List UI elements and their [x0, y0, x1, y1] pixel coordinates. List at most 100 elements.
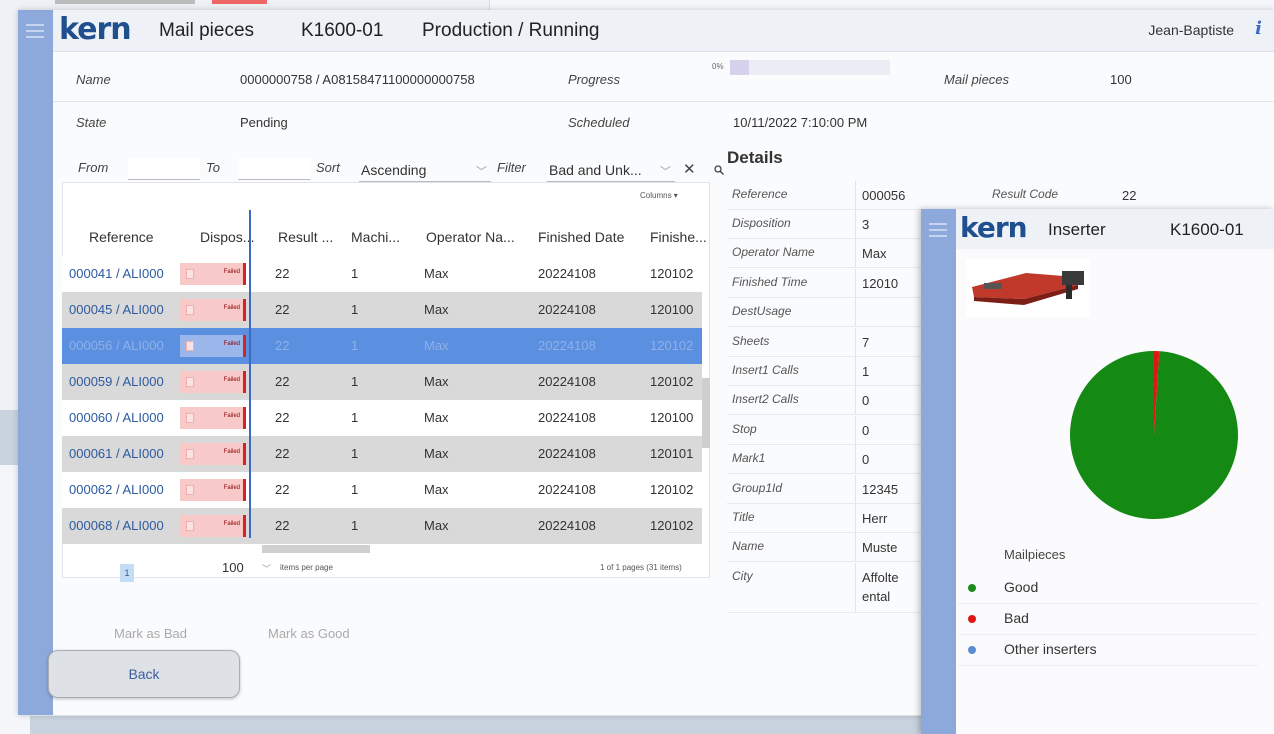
column-header-finished-time[interactable]: Finishe... [650, 229, 707, 245]
checkbox-icon[interactable] [186, 485, 194, 495]
vertical-scrollbar[interactable] [702, 378, 710, 448]
details-key: Mark1 [732, 451, 766, 466]
to-label: To [206, 160, 220, 175]
cell-reference[interactable]: 000060 / ALI000 [69, 410, 164, 425]
badge-text: Failed [223, 449, 240, 455]
chevron-down-icon[interactable]: ﹀ [262, 562, 271, 575]
inserter-machine: K1600-01 [1170, 220, 1244, 239]
details-key: Title [732, 510, 755, 524]
background-bar [55, 0, 195, 4]
cell-operator: Max [424, 518, 449, 533]
details-value: 1 [862, 364, 870, 379]
state-label: State [76, 115, 107, 130]
checkbox-icon[interactable] [186, 305, 194, 315]
cell-finished-date: 20224108 [538, 482, 596, 497]
status-badge: Failed [180, 515, 246, 537]
checkbox-icon[interactable] [186, 269, 194, 279]
table-row[interactable]: 000059 / ALI000 Failed 22 1 Max 20224108 12010… [62, 364, 702, 400]
badge-text: Failed [223, 341, 240, 347]
checkbox-icon[interactable] [186, 521, 194, 531]
name-value: 0000000758 / A08158471100000000758 [240, 72, 475, 87]
legend-item: Good [958, 576, 1258, 604]
search-icon[interactable] [714, 162, 724, 179]
cell-reference[interactable]: 000045 / ALI000 [69, 302, 164, 317]
sort-dropdown[interactable]: Ascending ﹀ [359, 158, 491, 182]
column-header-result[interactable]: Result ... [278, 229, 333, 245]
cell-operator: Max [424, 410, 449, 425]
table-row[interactable]: 000062 / ALI000 Failed 22 1 Max 20224108 12010… [62, 472, 702, 508]
column-header-operator[interactable]: Operator Na... [426, 229, 515, 245]
horizontal-scrollbar[interactable] [262, 545, 370, 553]
table-row[interactable]: 000060 / ALI000 Failed 22 1 Max 20224108 12010… [62, 400, 702, 436]
hamburger-menu-icon[interactable] [929, 223, 947, 237]
details-value: Max [862, 246, 887, 262]
cell-machine: 1 [351, 302, 359, 317]
state-value: Pending [240, 115, 288, 130]
legend-item: Bad [958, 607, 1258, 635]
details-value: 12345 [862, 481, 899, 497]
cell-reference[interactable]: 000059 / ALI000 [69, 374, 164, 389]
checkbox-icon[interactable] [186, 377, 194, 387]
cell-reference[interactable]: 000068 / ALI000 [69, 518, 164, 533]
details-value-continued: ental [862, 588, 891, 604]
column-header-machine[interactable]: Machi... [351, 229, 400, 245]
divider [53, 101, 1274, 102]
to-input[interactable] [238, 158, 310, 180]
hamburger-menu-icon[interactable] [26, 24, 44, 38]
cell-result: 22 [275, 482, 290, 497]
legend-title: Mailpieces [1004, 547, 1066, 562]
from-input[interactable] [128, 158, 200, 180]
cell-result: 22 [275, 518, 290, 533]
back-button[interactable]: Back [48, 650, 240, 698]
details-key: Finished Time [732, 274, 808, 289]
legend-dot-icon [968, 584, 976, 592]
chevron-down-icon: ﹀ [476, 166, 487, 178]
table-row[interactable]: 000068 / ALI000 Failed 22 1 Max 20224108 12010… [62, 508, 702, 544]
details-key: Insert1 Calls [732, 363, 799, 377]
status-title: Production / Running [422, 20, 600, 41]
cell-operator: Max [424, 266, 449, 281]
details-key: City [732, 568, 753, 583]
table-row[interactable]: 000045 / ALI000 Failed 22 1 Max 20224108 12010… [62, 292, 702, 328]
cell-finished-time: 120101 [650, 446, 694, 461]
cell-reference[interactable]: 000061 / ALI000 [69, 446, 164, 461]
mark-as-bad-button[interactable]: Mark as Bad [114, 626, 187, 641]
filter-dropdown[interactable]: Bad and Unk... ﹀ [547, 158, 675, 182]
scheduled-label: Scheduled [568, 115, 630, 130]
legend-label: Other inserters [1004, 641, 1097, 657]
info-icon[interactable]: i [1255, 18, 1262, 39]
machine-image [966, 259, 1090, 317]
clear-filter-icon[interactable]: ✕ [683, 160, 696, 178]
page-size-select[interactable]: 100 [222, 560, 244, 575]
details-column-separator [855, 533, 856, 562]
details-value: Muste [862, 540, 898, 556]
table-row[interactable]: 000061 / ALI000 Failed 22 1 Max 20224108 12010… [62, 436, 702, 472]
column-header-finished-date[interactable]: Finished Date [538, 229, 624, 245]
details-title: Details [727, 148, 783, 167]
badge-text: Failed [223, 305, 240, 311]
checkbox-icon[interactable] [186, 413, 194, 423]
cell-reference[interactable]: 000041 / ALI000 [69, 266, 164, 281]
cell-finished-time: 120100 [650, 410, 694, 425]
table-row[interactable]: 000056 / ALI000 Failed 22 1 Max 20224108 12010… [62, 328, 702, 364]
status-badge: Failed [180, 407, 246, 429]
columns-button-label: Columns [640, 191, 672, 200]
column-header-reference[interactable]: Reference [89, 229, 154, 245]
details-value: 3 [862, 217, 870, 232]
mark-as-good-button[interactable]: Mark as Good [268, 626, 350, 641]
cell-finished-date: 20224108 [538, 302, 596, 317]
columns-button[interactable]: Columns ▾ [640, 191, 678, 200]
cell-reference[interactable]: 000062 / ALI000 [69, 482, 164, 497]
table-row[interactable]: 000041 / ALI000 Failed 22 1 Max 20224108 12010… [62, 256, 702, 292]
cell-result: 22 [275, 266, 290, 281]
checkbox-icon[interactable] [186, 449, 194, 459]
user-name[interactable]: Jean-Baptiste [1148, 22, 1234, 38]
details-key: Group1Id [732, 480, 783, 495]
cell-finished-time: 120102 [650, 482, 694, 497]
result-code-value: 22 [1122, 188, 1137, 203]
cell-reference[interactable]: 000056 / ALI000 [69, 338, 164, 353]
details-key: Operator Name [732, 245, 815, 260]
pager-page-button[interactable]: 1 [120, 564, 134, 582]
checkbox-icon[interactable] [186, 341, 194, 351]
column-header-disposition[interactable]: Dispos... [200, 229, 254, 245]
